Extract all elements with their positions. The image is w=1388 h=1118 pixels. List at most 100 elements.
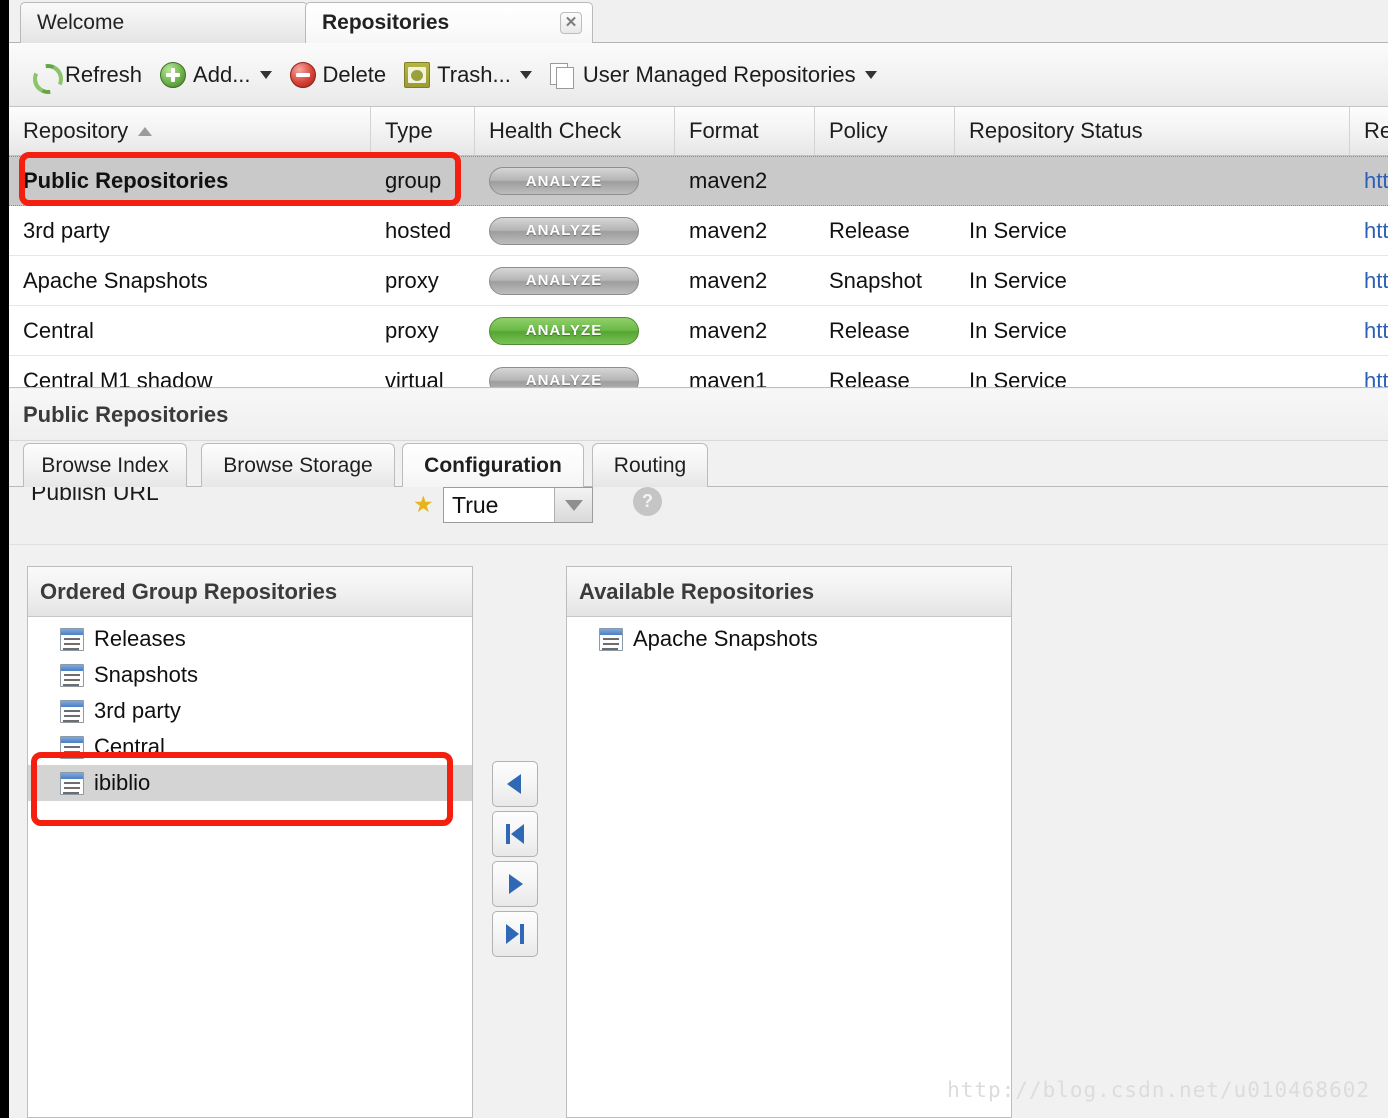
repository-icon xyxy=(60,699,84,723)
cell-repository-path[interactable]: http xyxy=(1350,256,1388,305)
left-triangle-icon xyxy=(504,772,526,796)
chevron-down-icon xyxy=(864,70,877,79)
trash-button-label: Trash... xyxy=(437,61,511,87)
publish-url-select[interactable]: True xyxy=(443,487,593,523)
cell-health-check: ANALYZE xyxy=(475,157,675,205)
tab-browse-storage-label: Browse Storage xyxy=(223,453,373,477)
refresh-button[interactable]: Refresh xyxy=(23,52,151,98)
cell-type: proxy xyxy=(385,317,439,343)
trash-button[interactable]: Trash... xyxy=(395,52,541,98)
list-item[interactable]: Snapshots xyxy=(28,657,472,693)
column-header-repository-status[interactable]: Repository Status xyxy=(955,107,1350,155)
column-header-health-check[interactable]: Health Check xyxy=(475,107,675,155)
tab-welcome[interactable]: Welcome xyxy=(20,2,308,43)
cell-repository-path[interactable]: http xyxy=(1350,356,1388,388)
cell-health-check: ANALYZE xyxy=(475,306,675,355)
ordered-group-repositories-panel: Ordered Group Repositories Releases Snap… xyxy=(27,566,473,1118)
analyze-badge[interactable]: ANALYZE xyxy=(489,366,639,387)
list-item-label: Apache Snapshots xyxy=(633,626,818,651)
list-item[interactable]: Central xyxy=(28,729,472,765)
refresh-button-label: Refresh xyxy=(65,61,143,87)
column-header-repository-path[interactable]: Rep xyxy=(1350,107,1388,155)
user-managed-repositories-label: User Managed Repositories xyxy=(582,61,856,87)
table-row[interactable]: Apache Snapshots proxy ANALYZE maven2 Sn… xyxy=(9,256,1388,306)
publish-url-label: Publish URL xyxy=(31,487,159,505)
sort-ascending-icon xyxy=(138,126,153,136)
chevron-down-icon[interactable] xyxy=(554,488,592,522)
analyze-badge[interactable]: ANALYZE xyxy=(489,167,639,195)
list-item-label: Releases xyxy=(94,626,186,651)
ordered-group-repositories-list[interactable]: Releases Snapshots 3rd party Central ibi… xyxy=(28,617,472,801)
window-left-gutter xyxy=(0,0,9,1118)
cell-repository-path[interactable]: http xyxy=(1350,157,1388,205)
list-item-label: Central xyxy=(94,734,165,759)
repositories-toolbar: Refresh Add... Delete Trash... User Mana… xyxy=(9,43,1388,107)
tab-routing-label: Routing xyxy=(613,453,687,477)
column-header-repository[interactable]: Repository xyxy=(9,107,371,155)
publish-url-value: True xyxy=(452,491,499,518)
right-bar-triangle-icon xyxy=(503,922,527,946)
detail-tab-strip: Browse Index Browse Storage Configuratio… xyxy=(9,441,1388,487)
close-icon[interactable]: ✕ xyxy=(560,12,582,34)
add-button[interactable]: Add... xyxy=(151,52,280,98)
tab-configuration[interactable]: Configuration xyxy=(402,443,584,487)
repository-icon xyxy=(60,771,84,795)
chevron-down-icon xyxy=(259,70,272,79)
repository-icon xyxy=(60,663,84,687)
list-item[interactable]: ibiblio xyxy=(28,765,472,801)
cell-repository-path[interactable]: http xyxy=(1350,206,1388,255)
move-right-one-button[interactable] xyxy=(492,861,538,907)
publish-url-form-row: Publish URL ★ True ? xyxy=(9,487,1388,545)
tab-welcome-label: Welcome xyxy=(37,11,125,34)
cell-policy: Release xyxy=(829,217,910,243)
analyze-badge[interactable]: ANALYZE xyxy=(489,216,639,245)
tab-browse-storage[interactable]: Browse Storage xyxy=(201,443,395,487)
tab-repositories[interactable]: Repositories ✕ xyxy=(305,2,593,43)
cell-repository: Central M1 shadow xyxy=(23,367,213,388)
cell-repository-path[interactable]: http xyxy=(1350,306,1388,355)
cell-health-check: ANALYZE xyxy=(475,206,675,255)
plus-circle-icon xyxy=(160,61,187,88)
chevron-down-icon xyxy=(519,70,532,79)
cell-type: hosted xyxy=(385,217,452,243)
trash-icon xyxy=(404,61,431,88)
cell-repository: 3rd party xyxy=(23,217,110,243)
required-star-icon: ★ xyxy=(413,491,434,517)
move-right-all-button[interactable] xyxy=(492,911,538,957)
analyze-badge[interactable]: ANALYZE xyxy=(489,316,639,345)
move-left-all-button[interactable] xyxy=(492,811,538,857)
analyze-badge[interactable]: ANALYZE xyxy=(489,266,639,295)
tab-routing[interactable]: Routing xyxy=(592,443,708,487)
list-item-label: Snapshots xyxy=(94,662,198,687)
cell-health-check: ANALYZE xyxy=(475,256,675,305)
list-item[interactable]: Releases xyxy=(28,621,472,657)
tab-browse-index[interactable]: Browse Index xyxy=(23,443,187,487)
table-row[interactable]: Central proxy ANALYZE maven2 Release In … xyxy=(9,306,1388,356)
table-row[interactable]: Central M1 shadow virtual ANALYZE maven1… xyxy=(9,356,1388,388)
move-left-one-button[interactable] xyxy=(492,761,538,807)
tab-repositories-label: Repositories xyxy=(322,11,450,34)
add-button-label: Add... xyxy=(193,61,251,87)
available-repositories-panel: Available Repositories Apache Snapshots xyxy=(566,566,1012,1118)
cell-format: maven2 xyxy=(689,317,768,343)
column-header-policy[interactable]: Policy xyxy=(815,107,955,155)
list-item[interactable]: Apache Snapshots xyxy=(567,621,1011,657)
table-row[interactable]: Public Repositories group ANALYZE maven2… xyxy=(9,156,1388,206)
cell-policy: Release xyxy=(829,317,910,343)
user-managed-repositories-button[interactable]: User Managed Repositories xyxy=(541,52,886,98)
available-repositories-list[interactable]: Apache Snapshots xyxy=(567,617,1011,657)
table-row[interactable]: 3rd party hosted ANALYZE maven2 Release … xyxy=(9,206,1388,256)
transfer-button-group xyxy=(492,761,538,961)
column-header-format[interactable]: Format xyxy=(675,107,815,155)
detail-panel-title: Public Repositories xyxy=(9,389,1388,441)
delete-button[interactable]: Delete xyxy=(281,52,396,98)
repositories-grid: Repository Type Health Check Format Poli… xyxy=(9,107,1388,388)
help-icon[interactable]: ? xyxy=(633,487,662,516)
repository-icon xyxy=(599,627,623,651)
cell-policy xyxy=(815,157,955,205)
repository-icon xyxy=(60,735,84,759)
cell-repository-status: In Service xyxy=(969,317,1067,343)
tab-configuration-label: Configuration xyxy=(424,453,562,477)
column-header-type[interactable]: Type xyxy=(371,107,475,155)
list-item[interactable]: 3rd party xyxy=(28,693,472,729)
